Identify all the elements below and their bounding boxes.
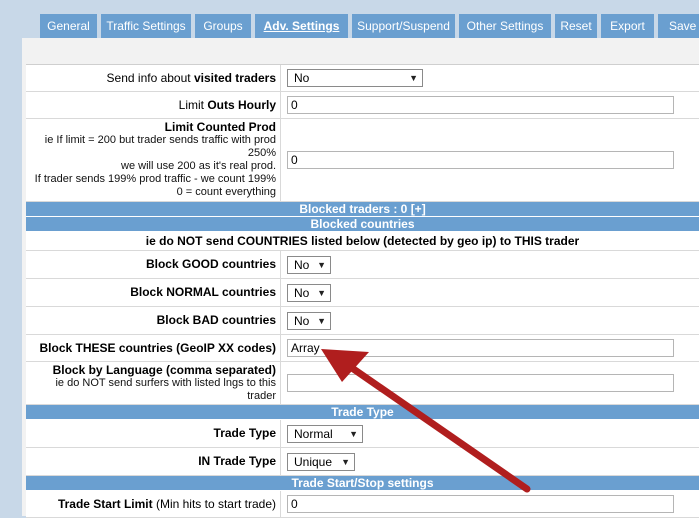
row-block-these: Block THESE countries (GeoIP XX codes) A… xyxy=(26,335,699,362)
limit-prod-note-1: ie If limit = 200 but trader sends traff… xyxy=(44,134,276,146)
blocked-traders-header[interactable]: Blocked traders : 0 [+] xyxy=(26,202,699,217)
outs-label-prefix: Limit xyxy=(178,97,208,112)
trade-start-input[interactable]: 0 xyxy=(287,495,674,513)
trade-start-bold: Trade Start Limit xyxy=(57,496,153,511)
chevron-down-icon: ▼ xyxy=(409,73,418,83)
countries-note: ie do NOT send COUNTRIES listed below (d… xyxy=(26,232,699,251)
row-block-good: Block GOOD countries No ▼ xyxy=(26,251,699,279)
block-good-value: No xyxy=(294,257,310,272)
visited-label-prefix: Send info about xyxy=(106,70,194,85)
trade-type-text: Trade Type xyxy=(213,426,276,440)
tab-export[interactable]: Export xyxy=(601,14,654,38)
block-good-select[interactable]: No ▼ xyxy=(287,255,331,274)
limit-prod-note-3: we will use 200 as it's real prod. xyxy=(121,160,276,172)
limit-prod-note-4: If trader sends 199% prod traffic - we c… xyxy=(34,173,276,185)
chevron-down-icon: ▼ xyxy=(349,428,358,439)
block-these-text: Block THESE countries (GeoIP XX codes) xyxy=(39,340,276,355)
outs-label-bold: Outs Hourly xyxy=(207,97,276,112)
trade-start-rest: (Min hits to start trade) xyxy=(152,496,276,511)
in-trade-type-value: Unique xyxy=(294,454,333,469)
chevron-down-icon: ▼ xyxy=(341,456,350,467)
limit-prod-title: Limit Counted Prod xyxy=(164,120,276,134)
tab-save[interactable]: Save I xyxy=(658,14,699,38)
row-visited-traders: Send info about visited traders No ▼ xyxy=(26,65,699,92)
trade-start-label: Trade Start Limit (Min hits to start tra… xyxy=(26,491,281,517)
tab-reset[interactable]: Reset xyxy=(555,14,597,38)
block-good-text: Block GOOD countries xyxy=(145,257,276,271)
chevron-down-icon: ▼ xyxy=(317,315,326,326)
settings-table: Send info about visited traders No ▼ Limi… xyxy=(26,64,699,518)
trade-type-label: Trade Type xyxy=(26,420,281,447)
row-block-normal: Block NORMAL countries No ▼ xyxy=(26,279,699,307)
row-trade-start-limit: Trade Start Limit (Min hits to start tra… xyxy=(26,491,699,518)
visited-label-bold: visited traders xyxy=(193,70,276,85)
limit-prod-input[interactable]: 0 xyxy=(287,151,674,169)
visited-traders-value: No xyxy=(294,71,310,85)
tab-adv-settings[interactable]: Adv. Settings xyxy=(255,14,348,38)
block-these-input[interactable]: Array xyxy=(287,339,674,357)
settings-panel: Send info about visited traders No ▼ Limi… xyxy=(22,38,699,518)
in-trade-type-label: IN Trade Type xyxy=(26,448,281,475)
limit-prod-note-2: 250% xyxy=(247,147,276,159)
tab-general[interactable]: General xyxy=(40,14,97,38)
row-trade-type: Trade Type Normal ▼ xyxy=(26,420,699,448)
block-bad-value: No xyxy=(294,313,310,328)
tab-groups[interactable]: Groups xyxy=(195,14,251,38)
row-block-bad: Block BAD countries No ▼ xyxy=(26,307,699,335)
block-bad-select[interactable]: No ▼ xyxy=(287,311,331,330)
trade-start-stop-header: Trade Start/Stop settings xyxy=(26,476,699,491)
block-language-input[interactable] xyxy=(287,374,674,392)
block-normal-text: Block NORMAL countries xyxy=(130,285,276,299)
tab-other-settings[interactable]: Other Settings xyxy=(459,14,551,38)
in-trade-type-text: IN Trade Type xyxy=(198,454,276,468)
block-normal-value: No xyxy=(294,285,310,300)
limit-prod-label: Limit Counted Prod ie If limit = 200 but… xyxy=(26,119,281,201)
block-normal-label: Block NORMAL countries xyxy=(26,279,281,306)
row-in-trade-type: IN Trade Type Unique ▼ xyxy=(26,448,699,476)
block-normal-select[interactable]: No ▼ xyxy=(287,283,331,302)
trade-type-header: Trade Type xyxy=(26,405,699,420)
blocked-countries-header: Blocked countries xyxy=(26,217,699,232)
in-trade-type-select[interactable]: Unique ▼ xyxy=(287,452,355,471)
chevron-down-icon: ▼ xyxy=(317,259,326,270)
block-language-note-2: trader xyxy=(247,389,276,402)
row-block-language: Block by Language (comma separated) ie d… xyxy=(26,362,699,405)
row-outs-hourly: Limit Outs Hourly 0 xyxy=(26,92,699,119)
block-language-label: Block by Language (comma separated) ie d… xyxy=(26,362,281,404)
block-these-label: Block THESE countries (GeoIP XX codes) xyxy=(26,335,281,361)
block-good-label: Block GOOD countries xyxy=(26,251,281,278)
tab-support-suspend[interactable]: Support/Suspend xyxy=(352,14,455,38)
chevron-down-icon: ▼ xyxy=(317,287,326,298)
block-bad-text: Block BAD countries xyxy=(156,313,276,327)
visited-traders-label: Send info about visited traders xyxy=(26,65,281,91)
tab-traffic-settings[interactable]: Traffic Settings xyxy=(101,14,191,38)
visited-traders-select[interactable]: No ▼ xyxy=(287,69,423,87)
trade-type-value: Normal xyxy=(294,426,333,441)
block-language-title: Block by Language (comma separated) xyxy=(52,362,276,377)
trade-type-select[interactable]: Normal ▼ xyxy=(287,424,363,443)
row-limit-counted-prod: Limit Counted Prod ie If limit = 200 but… xyxy=(26,119,699,202)
outs-hourly-input[interactable]: 0 xyxy=(287,96,674,114)
block-language-note-1: ie do NOT send surfers with listed lngs … xyxy=(55,376,276,389)
outs-hourly-label: Limit Outs Hourly xyxy=(26,92,281,118)
limit-prod-note-5: 0 = count everything xyxy=(176,186,276,198)
block-bad-label: Block BAD countries xyxy=(26,307,281,334)
